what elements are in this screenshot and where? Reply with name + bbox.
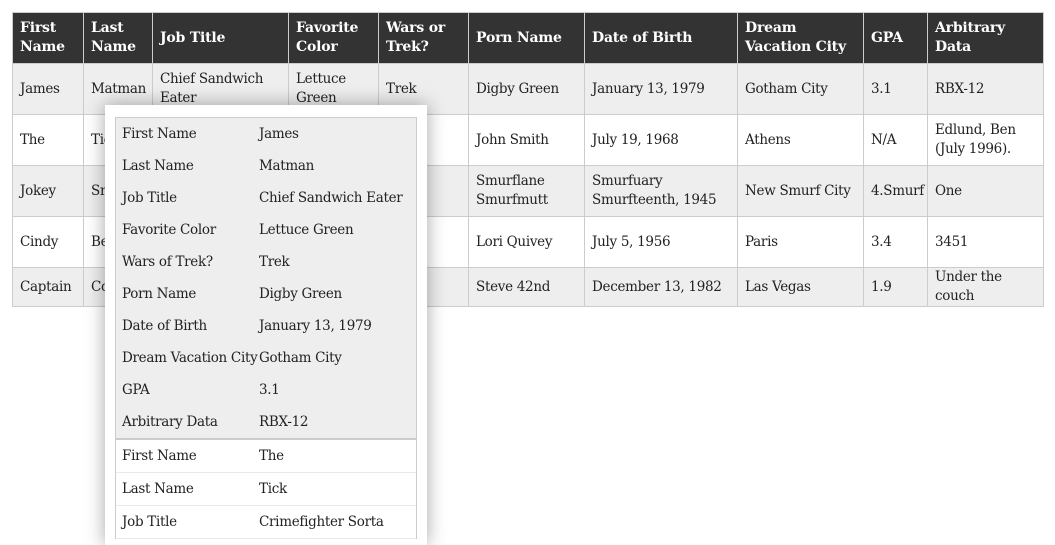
record-field: Date of Birth January 13, 1979 — [116, 310, 416, 342]
cell-arbitrary-data: 3451 — [927, 216, 1044, 268]
field-label: Porn Name — [122, 286, 197, 302]
field-value: The — [259, 448, 284, 464]
cell-porn-name: John Smith — [468, 114, 585, 166]
cell-date-of-birth: Smurfuary Smurfteenth, 1945 — [584, 165, 738, 217]
header-favorite-color[interactable]: Favorite Color — [288, 12, 379, 64]
record-field: Last Name Matman — [116, 150, 416, 182]
field-value: January 13, 1979 — [259, 318, 372, 334]
cell-gpa: 4.Smurf — [863, 165, 928, 217]
field-label: Job Title — [122, 190, 177, 206]
record-field: First Name James — [116, 118, 416, 150]
cell-arbitrary-data: One — [927, 165, 1044, 217]
header-arbitrary-data[interactable]: Arbitrary Data — [927, 12, 1044, 64]
header-gpa[interactable]: GPA — [863, 12, 928, 64]
field-value: Trek — [259, 254, 290, 270]
field-value: Digby Green — [259, 286, 342, 302]
cell-first-name: Cindy — [12, 216, 84, 268]
field-label: Last Name — [122, 158, 194, 174]
record-detail-popup[interactable]: First Name James Last Name Matman Job Titl… — [105, 105, 427, 545]
field-value: Lettuce Green — [259, 222, 354, 238]
cell-gpa: 3.1 — [863, 63, 928, 115]
header-dream-vacation-city[interactable]: Dream Vacation City — [737, 12, 864, 64]
cell-dream-vacation-city: Athens — [737, 114, 864, 166]
cell-gpa: 3.4 — [863, 216, 928, 268]
field-value: Tick — [259, 481, 287, 497]
field-label: GPA — [122, 382, 150, 398]
record-card: First Name The Last Name Tick Job Title Cri… — [116, 440, 416, 539]
cell-gpa: 1.9 — [863, 267, 928, 307]
record-card: First Name James Last Name Matman Job Titl… — [116, 118, 416, 440]
field-label: Wars of Trek? — [122, 254, 213, 270]
field-value: Gotham City — [259, 350, 342, 366]
record-field: First Name The — [116, 440, 416, 473]
field-value: Chief Sandwich Eater — [259, 190, 403, 206]
record-field: Porn Name Digby Green — [116, 278, 416, 310]
record-field: Favorite Color Lettuce Green — [116, 214, 416, 246]
cell-first-name: Captain — [12, 267, 84, 307]
cell-dream-vacation-city: Paris — [737, 216, 864, 268]
cell-porn-name: Digby Green — [468, 63, 585, 115]
record-field: Job Title Crimefighter Sorta — [116, 506, 416, 539]
field-label: Dream Vacation City — [122, 350, 258, 366]
cell-porn-name: Steve 42nd — [468, 267, 585, 307]
field-value: Matman — [259, 158, 315, 174]
record-field: Job Title Chief Sandwich Eater — [116, 182, 416, 214]
cell-arbitrary-data: Under the couch — [927, 267, 1044, 307]
cell-porn-name: Smurflane Smurfmutt — [468, 165, 585, 217]
field-value: RBX-12 — [259, 414, 309, 430]
field-label: First Name — [122, 448, 197, 464]
record-field: GPA 3.1 — [116, 374, 416, 406]
field-label: Arbitrary Data — [122, 414, 218, 430]
field-label: First Name — [122, 126, 197, 142]
cell-first-name: James — [12, 63, 84, 115]
cell-dream-vacation-city: Gotham City — [737, 63, 864, 115]
header-row: First Name Last Name Job Title Favorite … — [12, 12, 1044, 64]
header-first-name[interactable]: First Name — [12, 12, 84, 64]
cell-first-name: Jokey — [12, 165, 84, 217]
record-field: Last Name Tick — [116, 473, 416, 506]
header-wars-or-trek[interactable]: Wars or Trek? — [378, 12, 469, 64]
field-value: James — [259, 126, 299, 142]
cell-dream-vacation-city: Las Vegas — [737, 267, 864, 307]
field-label: Job Title — [122, 514, 177, 530]
record-list[interactable]: First Name James Last Name Matman Job Titl… — [115, 117, 417, 539]
field-label: Favorite Color — [122, 222, 216, 238]
cell-first-name: The — [12, 114, 84, 166]
cell-porn-name: Lori Quivey — [468, 216, 585, 268]
record-field: Dream Vacation City Gotham City — [116, 342, 416, 374]
header-last-name[interactable]: Last Name — [83, 12, 153, 64]
cell-date-of-birth: July 5, 1956 — [584, 216, 738, 268]
field-label: Date of Birth — [122, 318, 207, 334]
cell-date-of-birth: January 13, 1979 — [584, 63, 738, 115]
cell-arbitrary-data: Edlund, Ben (July 1996). — [927, 114, 1044, 166]
field-label: Last Name — [122, 481, 194, 497]
cell-gpa: N/A — [863, 114, 928, 166]
header-job-title[interactable]: Job Title — [152, 12, 289, 64]
header-porn-name[interactable]: Porn Name — [468, 12, 585, 64]
record-field: Wars of Trek? Trek — [116, 246, 416, 278]
field-value: Crimefighter Sorta — [259, 514, 384, 530]
cell-arbitrary-data: RBX-12 — [927, 63, 1044, 115]
cell-date-of-birth: July 19, 1968 — [584, 114, 738, 166]
cell-date-of-birth: December 13, 1982 — [584, 267, 738, 307]
record-field: Arbitrary Data RBX-12 — [116, 406, 416, 438]
header-date-of-birth[interactable]: Date of Birth — [584, 12, 738, 64]
cell-dream-vacation-city: New Smurf City — [737, 165, 864, 217]
field-value: 3.1 — [259, 382, 280, 398]
